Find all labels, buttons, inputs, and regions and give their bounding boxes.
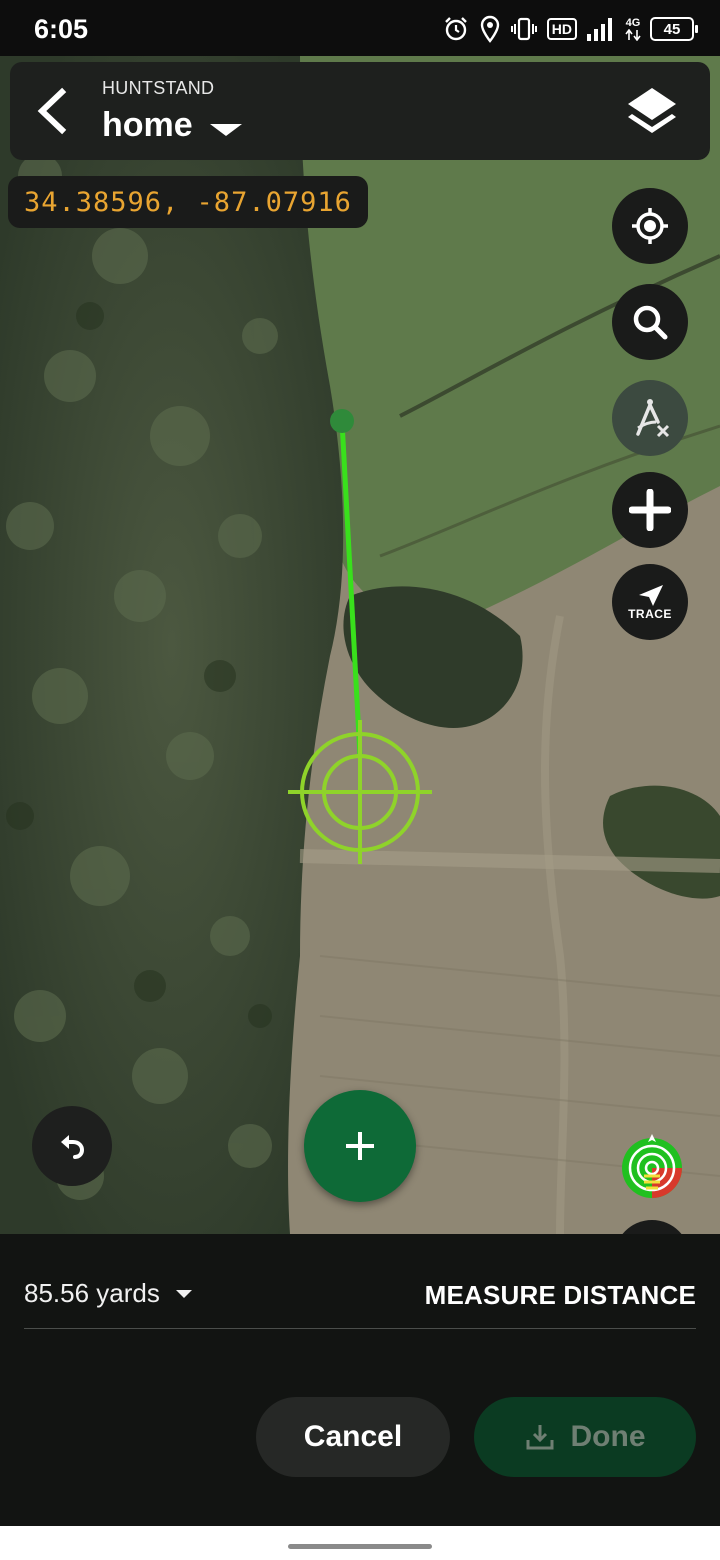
coordinates-readout: 34.38596, -87.07916	[8, 176, 368, 228]
vibrate-icon	[510, 17, 537, 41]
network-type: 4G	[625, 16, 641, 41]
status-time: 6:05	[34, 14, 89, 44]
distance-unit-selector[interactable]: 85.56 yards	[24, 1278, 192, 1309]
coordinates-text: 34.38596, -87.07916	[24, 186, 352, 218]
layers-icon[interactable]	[624, 84, 680, 140]
undo-icon	[61, 1135, 85, 1159]
map-name-selector[interactable]: home	[102, 106, 193, 145]
battery-level: 45	[663, 20, 681, 38]
download-icon	[526, 1425, 553, 1450]
trace-button[interactable]: TRACE	[612, 564, 688, 640]
status-bar: 6:05 HD 4G 45	[0, 0, 720, 56]
battery-icon: 45	[650, 17, 698, 41]
panel-title: MEASURE DISTANCE	[424, 1280, 696, 1310]
status-icons: HD 4G 45	[442, 14, 698, 44]
map-header: HUNTSTAND home	[10, 62, 710, 160]
done-button[interactable]: Done	[474, 1397, 696, 1477]
crosshair-locate-icon	[632, 208, 668, 244]
wind-radar-icon[interactable]	[614, 1130, 690, 1206]
home-gesture-handle[interactable]	[288, 1544, 432, 1549]
location-icon	[480, 15, 499, 43]
divider	[24, 1328, 696, 1329]
hd-icon: HD	[546, 18, 577, 40]
add-point-button[interactable]	[304, 1090, 416, 1202]
system-nav-bar	[0, 1526, 720, 1560]
cancel-button[interactable]: Cancel	[256, 1397, 450, 1477]
trace-arrow-icon	[639, 585, 663, 606]
plus-icon	[346, 1132, 374, 1160]
undo-button[interactable]	[32, 1106, 112, 1186]
plus-icon	[629, 489, 671, 531]
locate-button[interactable]	[612, 188, 688, 264]
data-arrows-icon	[625, 28, 641, 41]
chevron-down-icon[interactable]	[210, 124, 242, 138]
trace-label: TRACE	[628, 607, 672, 621]
network-label: 4G	[625, 16, 641, 29]
search-button[interactable]	[612, 284, 688, 360]
compass-measure-icon	[636, 399, 670, 438]
measure-start-point[interactable]	[330, 409, 354, 433]
back-arrow-icon[interactable]	[28, 86, 78, 136]
chevron-down-icon	[175, 1289, 192, 1298]
done-label: Done	[570, 1420, 646, 1453]
cancel-label: Cancel	[303, 1420, 403, 1453]
measure-button[interactable]	[612, 380, 688, 456]
distance-value: 85.56 yards	[24, 1278, 160, 1308]
search-icon	[633, 305, 668, 340]
alarm-icon	[444, 17, 467, 41]
map-provider-label: HUNTSTAND	[102, 78, 215, 98]
add-button[interactable]	[612, 472, 688, 548]
signal-icon	[587, 18, 612, 41]
measure-panel: 85.56 yards MEASURE DISTANCE Cancel Done	[0, 1234, 720, 1526]
